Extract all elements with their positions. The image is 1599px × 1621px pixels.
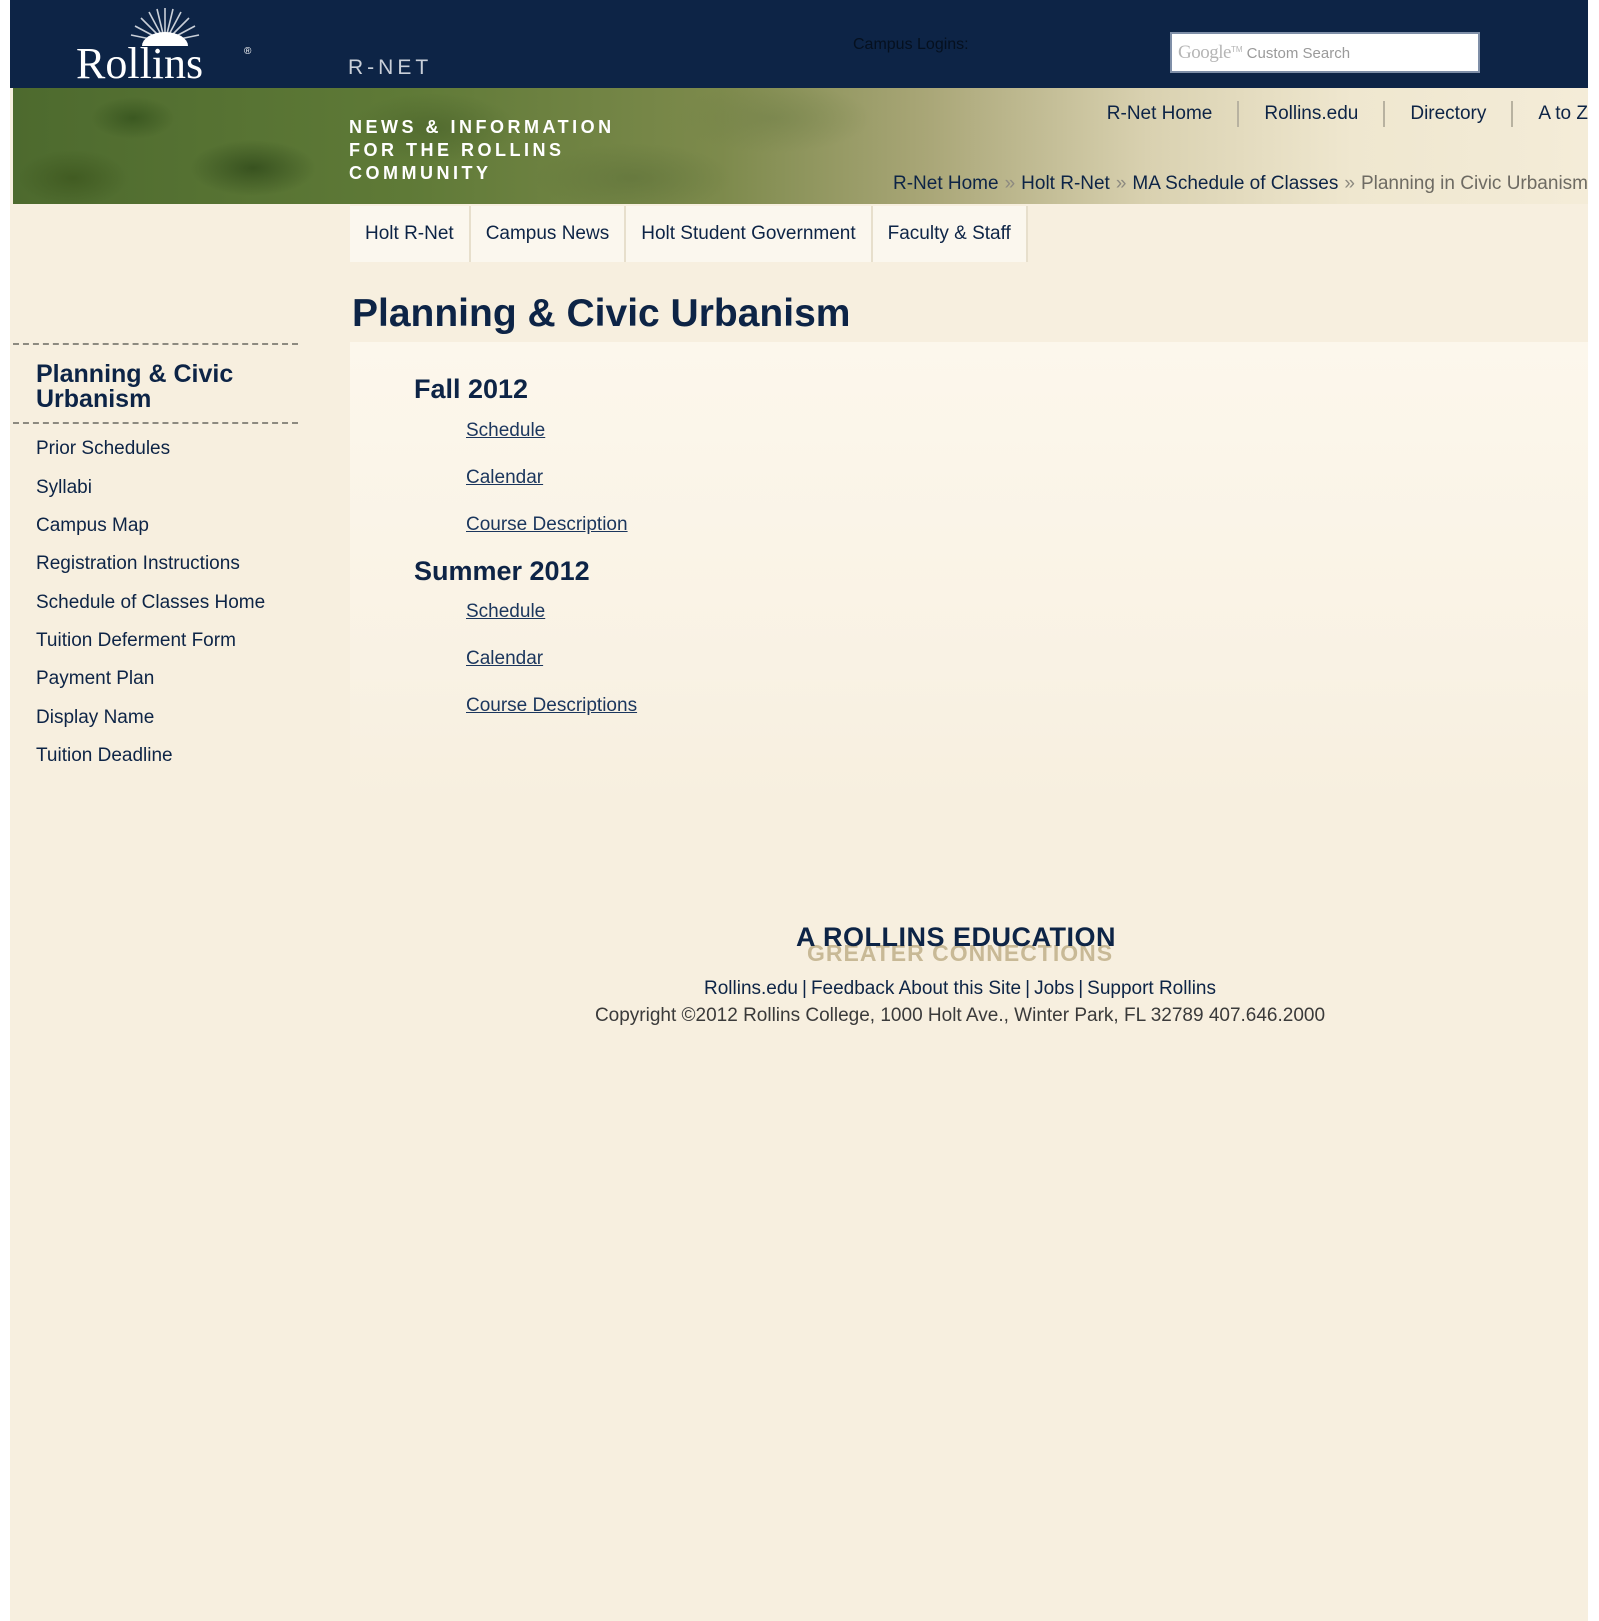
top-nav: R-Net Home Rollins.edu Directory A to Z [1082,101,1588,127]
section-tabs: Holt R-Net Campus News Holt Student Gove… [350,206,1028,262]
copyright: Copyright ©2012 Rollins College, 1000 Ho… [594,1005,1326,1026]
tagline-line: COMMUNITY [349,163,492,183]
footer-link-jobs[interactable]: Jobs [1034,978,1074,999]
sidebar-item-tuition-deferment-form[interactable]: Tuition Deferment Form [36,630,236,652]
top-nav-directory[interactable]: Directory [1383,101,1511,127]
footer-link-feedback[interactable]: Feedback About this Site [811,978,1021,999]
search-placeholder: Custom Search [1246,45,1351,62]
page: Rollins ® R-NET Campus Logins: GoogleTM … [10,0,1588,1621]
banner: NEWS & INFORMATION FOR THE ROLLINS COMMU… [13,88,1588,204]
footer-link-separator: | [802,978,807,999]
sidebar-item-schedule-of-classes-home[interactable]: Schedule of Classes Home [36,592,265,614]
breadcrumb-separator: » [1344,173,1355,194]
breadcrumb-separator: » [1115,173,1127,194]
footer-logo-title: A ROLLINS EDUCATION [796,922,1116,952]
top-nav-rnet-home[interactable]: R-Net Home [1082,101,1238,127]
sidebar-item-tuition-deadline[interactable]: Tuition Deadline [36,745,173,767]
breadcrumb-link[interactable]: R-Net Home [893,173,999,194]
breadcrumb-link[interactable]: MA Schedule of Classes [1132,173,1338,194]
site-name: R-NET [348,56,433,79]
sidebar-title[interactable]: Planning & Civic Urbanism [36,362,296,412]
tab-holt-rnet[interactable]: Holt R-Net [350,206,471,262]
trademark-mark: TM [1230,45,1243,54]
breadcrumb-link[interactable]: Holt R-Net [1021,173,1110,194]
registered-icon: ® [244,46,252,57]
footer-link-separator: | [1025,978,1031,999]
search-input[interactable]: GoogleTM Custom Search [1170,32,1480,73]
term-heading-fall-2012: Fall 2012 [414,374,529,404]
rollins-logo[interactable]: Rollins ® [76,6,252,88]
footer-link-rollins-edu[interactable]: Rollins.edu [704,978,798,999]
page-title: Planning & Civic Urbanism [352,292,851,335]
tab-holt-student-government[interactable]: Holt Student Government [626,206,873,262]
tab-campus-news[interactable]: Campus News [470,206,627,262]
google-logo: Google [1178,42,1231,63]
term-heading-summer-2012: Summer 2012 [414,556,590,586]
summer-course-descriptions-link[interactable]: Course Descriptions [466,695,637,717]
top-nav-rollins-edu[interactable]: Rollins.edu [1237,101,1383,127]
sidebar-item-campus-map[interactable]: Campus Map [36,515,149,537]
fall-course-description-link[interactable]: Course Description [466,514,628,536]
banner-tagline: NEWS & INFORMATION FOR THE ROLLINS COMMU… [349,116,615,185]
footer-links: Rollins.edu | Feedback About this Site | Job… [10,978,1588,1000]
fall-calendar-link[interactable]: Calendar [466,467,543,489]
sidebar-item-prior-schedules[interactable]: Prior Schedules [36,438,170,460]
top-bar: Rollins ® R-NET Campus Logins: GoogleTM … [10,0,1588,88]
campus-logins-label: Campus Logins: [853,36,969,53]
sidebar-divider [13,422,298,424]
sidebar-item-syllabi[interactable]: Syllabi [36,477,92,499]
sidebar-divider [13,343,298,345]
logo-wordmark: Rollins [76,39,204,88]
breadcrumb-current: Planning in Civic Urbanism [1360,173,1588,194]
summer-schedule-link[interactable]: Schedule [466,601,545,623]
sidebar-item-display-name[interactable]: Display Name [36,707,154,729]
sidebar-item-registration-instructions[interactable]: Registration Instructions [36,553,240,575]
tagline-line: NEWS & INFORMATION [349,117,615,137]
tagline-line: FOR THE ROLLINS [349,140,565,160]
sidebar-item-payment-plan[interactable]: Payment Plan [36,668,154,690]
footer-link-support-rollins[interactable]: Support Rollins [1087,978,1216,999]
tab-faculty-staff[interactable]: Faculty & Staff [872,206,1028,262]
top-nav-a-to-z[interactable]: A to Z [1511,101,1588,127]
breadcrumb-separator: » [1004,173,1016,194]
footer-link-separator: | [1078,978,1084,999]
fall-schedule-link[interactable]: Schedule [466,420,545,442]
breadcrumb: R-Net Home» Holt R-Net» MA Schedule of Cla… [893,173,1588,195]
summer-calendar-link[interactable]: Calendar [466,648,543,670]
